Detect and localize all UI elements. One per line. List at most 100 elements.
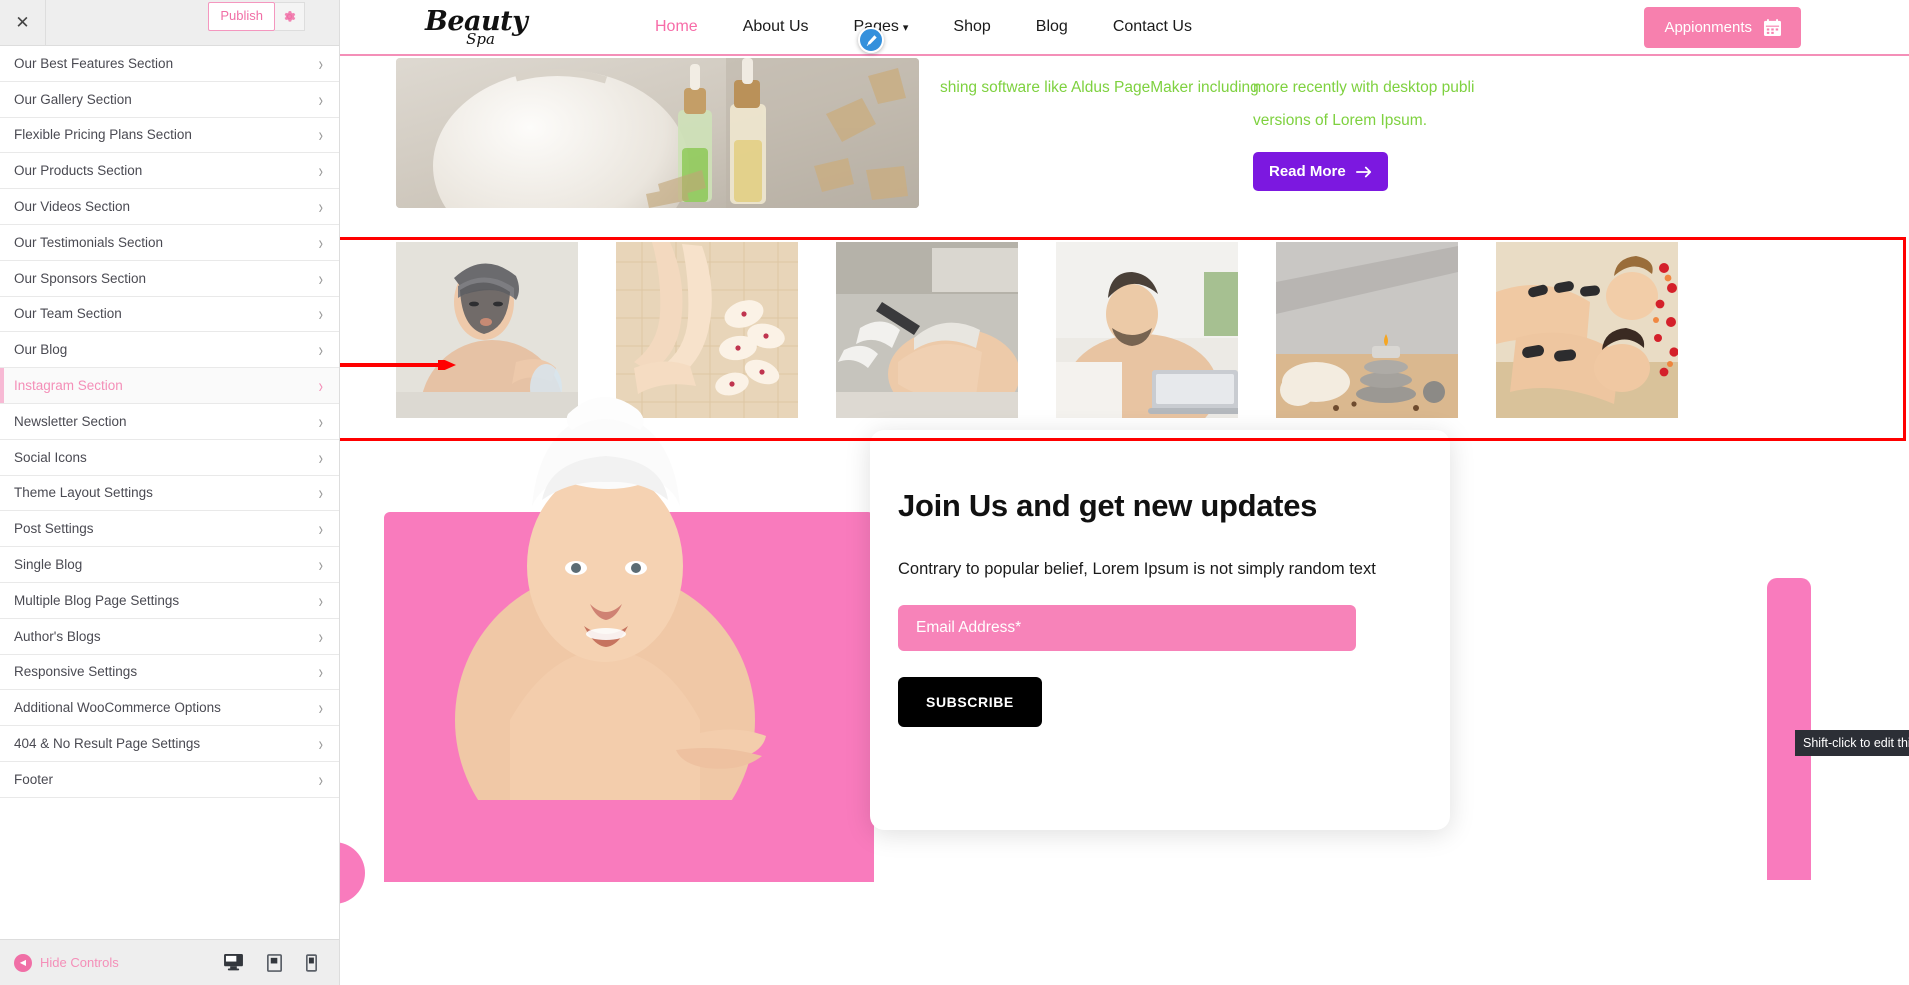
sidebar-item-5[interactable]: Our Testimonials Section › — [0, 224, 339, 261]
chevron-right-icon: › — [318, 374, 323, 397]
mobile-icon[interactable] — [306, 953, 317, 972]
tablet-icon[interactable] — [267, 953, 282, 972]
chevron-right-icon: › — [318, 338, 323, 362]
chevron-right-icon: › — [318, 660, 323, 684]
nav-item-contact-us[interactable]: Contact Us — [1113, 18, 1192, 36]
nav-item-home[interactable]: Home — [655, 18, 698, 36]
about-text-col-2-line-2: versions of Lorem Ipsum. — [1253, 111, 1428, 129]
sidebar-item-11[interactable]: Social Icons › — [0, 439, 339, 476]
sidebar-item-14[interactable]: Single Blog › — [0, 547, 339, 583]
sidebar-item-7[interactable]: Our Team Section › — [0, 296, 339, 333]
sidebar-item-label: Our Team Section — [14, 306, 122, 322]
chevron-right-icon: › — [318, 123, 323, 147]
hide-controls-button[interactable]: ◀ Hide Controls — [14, 953, 119, 972]
sidebar-item-1[interactable]: Our Gallery Section › — [0, 81, 339, 118]
primary-navigation: Home About Us Pages ▾ Shop Blog Contact U… — [655, 18, 1192, 36]
nav-item-shop[interactable]: Shop — [953, 18, 990, 36]
sidebar-item-15[interactable]: Multiple Blog Page Settings › — [0, 582, 339, 619]
sidebar-item-label: Theme Layout Settings — [14, 485, 153, 501]
sidebar-item-10[interactable]: Newsletter Section › — [0, 403, 339, 440]
chevron-right-icon: › — [318, 87, 323, 111]
arrow-right-icon — [1355, 165, 1372, 179]
about-image — [396, 58, 919, 208]
sidebar-item-label: Responsive Settings — [14, 664, 138, 680]
chevron-right-icon: › — [318, 266, 323, 290]
chevron-right-icon: › — [318, 302, 323, 326]
publish-button[interactable]: Publish — [208, 2, 275, 31]
site-header: Beauty Spa Home About Us Pages ▾ Shop Blo… — [340, 0, 1909, 56]
publish-group: Publish — [208, 2, 305, 31]
instagram-image-2 — [836, 242, 1018, 418]
edit-hint-tooltip: Shift-click to edit this element — [1795, 730, 1909, 756]
instagram-item-4[interactable] — [1276, 242, 1458, 418]
sidebar-item-label: Footer — [14, 771, 54, 787]
instagram-image-3 — [1056, 242, 1238, 418]
calendar-icon — [1764, 18, 1781, 36]
newsletter-woman-image — [440, 390, 770, 870]
instagram-item-2[interactable] — [836, 242, 1018, 418]
sidebar-item-12[interactable]: Theme Layout Settings › — [0, 475, 339, 512]
instagram-item-5[interactable] — [1496, 242, 1678, 418]
sidebar-item-16[interactable]: Author's Blogs › — [0, 618, 339, 655]
sidebar-item-label: Our Gallery Section — [14, 91, 132, 107]
nav-item-about-us[interactable]: About Us — [743, 18, 809, 36]
appointments-label: Appionments — [1664, 18, 1752, 36]
newsletter-subtitle: Contrary to popular belief, Lorem Ipsum … — [898, 560, 1376, 578]
newsletter-card: Join Us and get new updates Contrary to … — [870, 430, 1450, 830]
sidebar-item-label: Our Sponsors Section — [14, 270, 147, 286]
sidebar-item-label: 404 & No Result Page Settings — [14, 736, 201, 752]
subscribe-button[interactable]: SUBSCRIBE — [898, 677, 1042, 727]
sidebar-item-label: Our Products Section — [14, 163, 143, 179]
instagram-image-4 — [1276, 242, 1458, 418]
instagram-item-3[interactable] — [1056, 242, 1238, 418]
about-text-col-2-line-1: more recently with desktop publi — [1253, 79, 1475, 96]
sidebar-item-label: Our Best Features Section — [14, 55, 174, 71]
customizer-footer: ◀ Hide Controls — [0, 939, 339, 985]
read-more-label: Read More — [1269, 163, 1346, 180]
close-customizer-button[interactable]: ✕ — [0, 0, 46, 45]
chevron-right-icon: › — [318, 732, 323, 755]
appointments-button[interactable]: Appionments — [1644, 6, 1801, 48]
chevron-left-icon: ◀ — [14, 953, 32, 972]
sidebar-item-label: Our Videos Section — [14, 199, 131, 215]
chevron-right-icon: › — [318, 553, 323, 576]
sidebar-item-17[interactable]: Responsive Settings › — [0, 654, 339, 691]
chevron-down-icon: ▾ — [902, 22, 909, 34]
sidebar-item-2[interactable]: Flexible Pricing Plans Section › — [0, 117, 339, 154]
sidebar-item-instagram-section[interactable]: Instagram Section › — [0, 368, 339, 404]
chevron-right-icon: › — [318, 410, 323, 433]
chevron-right-icon: › — [318, 589, 323, 612]
sidebar-item-label: Instagram Section — [14, 378, 123, 394]
sidebar-item-label: Post Settings — [14, 521, 94, 537]
desktop-icon[interactable] — [224, 954, 243, 971]
share-with-rail: Share With — [340, 485, 360, 869]
sidebar-item-6[interactable]: Our Sponsors Section › — [0, 260, 339, 297]
gear-icon[interactable] — [275, 2, 305, 31]
chevron-right-icon: › — [318, 159, 323, 183]
site-logo[interactable]: Beauty Spa — [425, 8, 528, 47]
sidebar-item-3[interactable]: Our Products Section › — [0, 153, 339, 190]
nav-item-blog[interactable]: Blog — [1036, 18, 1068, 36]
newsletter-section: Join Us and get new updates Contrary to … — [340, 396, 1909, 904]
email-input[interactable] — [898, 605, 1356, 651]
chevron-right-icon: › — [318, 624, 323, 648]
chevron-right-icon: › — [318, 231, 323, 254]
sidebar-item-0[interactable]: Our Best Features Section › — [0, 46, 339, 82]
pencil-icon[interactable] — [858, 27, 884, 53]
read-more-button[interactable]: Read More — [1253, 152, 1388, 191]
sidebar-item-label: Single Blog — [14, 557, 83, 573]
about-section: shing software like Aldus PageMaker incl… — [340, 56, 1909, 208]
sidebar-item-19[interactable]: 404 & No Result Page Settings › — [0, 726, 339, 762]
sidebar-item-20[interactable]: Footer › — [0, 761, 339, 798]
site-preview: Beauty Spa Home About Us Pages ▾ Shop Blo… — [340, 0, 1909, 985]
sidebar-item-8[interactable]: Our Blog › — [0, 332, 339, 369]
sidebar-item-18[interactable]: Additional WooCommerce Options › — [0, 690, 339, 727]
sidebar-item-label: Our Testimonials Section — [14, 234, 164, 250]
chevron-right-icon: › — [318, 195, 323, 218]
sidebar-item-13[interactable]: Post Settings › — [0, 511, 339, 548]
chevron-right-icon: › — [318, 768, 323, 791]
scroll-to-top-button[interactable]: ^ — [340, 842, 365, 904]
sidebar-item-label: Multiple Blog Page Settings — [14, 592, 180, 608]
about-text: shing software like Aldus PageMaker incl… — [940, 72, 1840, 129]
sidebar-item-4[interactable]: Our Videos Section › — [0, 189, 339, 225]
